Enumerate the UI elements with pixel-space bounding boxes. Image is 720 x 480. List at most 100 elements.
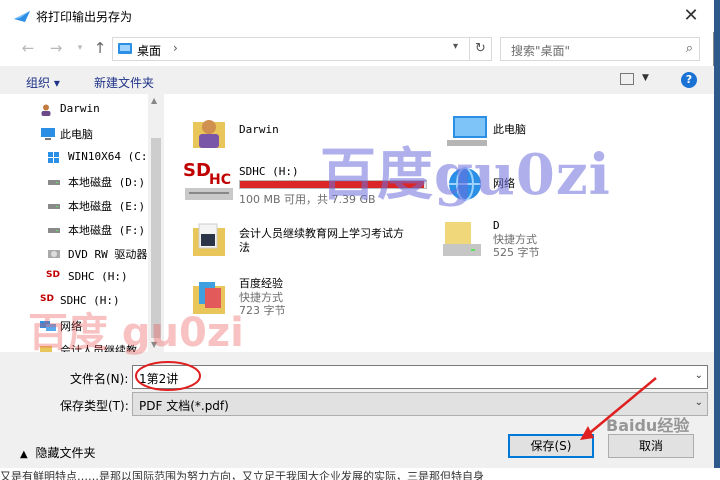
file-list: Darwin 此电脑 SD HC SDHC (H:) 100 MB 可用，共 7… (165, 94, 714, 352)
sdhc-drive-icon: SD HC (183, 160, 233, 200)
filename-label: 文件名(N): (70, 372, 129, 386)
search-placeholder: 搜索"桌面" (511, 44, 571, 58)
filename-value: 1第2讲 (139, 372, 179, 386)
item-name: 百度经验 (239, 277, 283, 290)
search-icon[interactable]: ⌕ (686, 41, 693, 56)
computer-icon (41, 128, 55, 140)
print-icon (14, 11, 30, 22)
list-item[interactable]: 网络 (441, 160, 641, 208)
scroll-up-icon[interactable]: ▲ (151, 96, 157, 105)
save-dialog: 将打印输出另存为 ✕ ← → ▾ ↑ 桌面 › ▾ ↻ 搜索"桌面" ⌕ 组织 … (0, 0, 714, 468)
sidebar-item-sdhc-1[interactable]: SD SDHC (H:) (0, 266, 148, 290)
background-document-text: 又是有鲜明特点……是那以国际范围为努力方向，又立足于我国大企业发展的实际，三是那… (0, 468, 720, 480)
dialog-title: 将打印输出另存为 (36, 10, 133, 24)
address-dropdown-icon[interactable]: ▾ (453, 41, 458, 52)
user-icon (41, 104, 51, 116)
up-arrow-icon[interactable]: ↑ (90, 38, 110, 58)
back-arrow-icon[interactable]: ← (18, 38, 38, 58)
filetype-select[interactable]: PDF 文档(*.pdf) ⌄ (132, 392, 708, 416)
capacity-bar (239, 180, 427, 189)
organize-menu[interactable]: 组织 ▾ (26, 74, 60, 91)
chevron-down-icon[interactable]: ⌄ (695, 397, 703, 408)
filetype-value: PDF 文档(*.pdf) (139, 399, 229, 413)
sidebar-item-label: 本地磁盘 (D:) (68, 176, 146, 189)
item-name: 网络 (493, 177, 515, 190)
sidebar-item-label: SDHC (H:) (68, 270, 128, 283)
close-button[interactable]: ✕ (676, 4, 706, 28)
drive-icon (48, 228, 60, 233)
save-button[interactable]: 保存(S) (508, 434, 594, 458)
sidebar-item-folder[interactable]: 会计人员继续教 (0, 338, 148, 352)
sidebar-item-dvd-drive[interactable]: DVD RW 驱动器 (0, 242, 148, 266)
help-icon[interactable]: ? (681, 72, 697, 88)
svg-text:HC: HC (209, 172, 231, 188)
cancel-button[interactable]: 取消 (608, 434, 694, 458)
chevron-down-icon[interactable]: ⌄ (695, 370, 703, 381)
title-bar: 将打印输出另存为 ✕ (0, 0, 714, 32)
item-name-line2: 法 (239, 241, 250, 254)
background-window-edge (714, 0, 720, 468)
recent-dropdown-icon[interactable]: ▾ (70, 38, 90, 58)
search-input[interactable]: 搜索"桌面" ⌕ (500, 37, 700, 61)
view-dropdown-icon[interactable]: ▼ (642, 73, 649, 83)
sidebar-item-label: WIN10X64 (C:) (68, 150, 155, 163)
dvd-icon (48, 250, 60, 258)
hide-folders-label: 隐藏文件夹 (35, 446, 96, 460)
sidebar-item-d-drive[interactable]: 本地磁盘 (D:) (0, 170, 148, 194)
address-path: 桌面 (137, 44, 162, 58)
list-item[interactable]: 会计人员继续教育网上学习考试方 法 (189, 216, 439, 264)
scroll-down-icon[interactable]: ▼ (151, 340, 157, 349)
folder-icon (40, 346, 52, 352)
sidebar-item-network[interactable]: 网络 (0, 314, 148, 338)
breadcrumb-chevron-icon[interactable]: › (173, 41, 178, 55)
refresh-icon[interactable]: ↻ (469, 38, 491, 60)
address-bar[interactable]: 桌面 › ▾ ↻ (112, 37, 492, 61)
sidebar-item-e-drive[interactable]: 本地磁盘 (E:) (0, 194, 148, 218)
list-item[interactable]: 此电脑 (445, 108, 645, 156)
list-item[interactable]: 百度经验 快捷方式 723 字节 (189, 272, 439, 324)
sidebar-item-c-drive[interactable]: WIN10X64 (C:) (0, 146, 154, 170)
toolbar: 组织 ▾ 新建文件夹 ▼ ? (0, 66, 714, 94)
item-name: D (493, 219, 500, 232)
desktop-folder-icon (118, 43, 132, 54)
sidebar-item-label: 网络 (60, 320, 82, 333)
folder-shortcut-icon (193, 282, 225, 314)
item-type: 快捷方式 (493, 233, 537, 246)
sdhc-icon: SD (40, 294, 54, 304)
capacity-bar-fill (240, 181, 424, 188)
sidebar-item-label: Darwin (60, 102, 100, 115)
sidebar-item-this-pc[interactable]: 此电脑 (0, 122, 148, 146)
shortcut-drive-icon (443, 222, 481, 256)
address-row: ← → ▾ ↑ 桌面 › ▾ ↻ 搜索"桌面" ⌕ (0, 32, 714, 64)
computer-icon (447, 116, 487, 146)
forward-arrow-icon[interactable]: → (46, 38, 66, 58)
sidebar-scrollbar[interactable]: ▲ ▼ (148, 94, 164, 352)
list-item[interactable]: SD HC SDHC (H:) 100 MB 可用，共 7.39 GB (183, 160, 433, 208)
item-detail: 100 MB 可用，共 7.39 GB (239, 193, 376, 206)
new-folder-button[interactable]: 新建文件夹 (94, 74, 154, 91)
sidebar-item-label: SDHC (H:) (60, 294, 120, 307)
list-item[interactable]: D 快捷方式 525 字节 (441, 216, 641, 264)
sidebar-item-label: DVD RW 驱动器 (68, 248, 148, 261)
sidebar-item-darwin[interactable]: Darwin (0, 98, 148, 122)
sidebar-item-label: 会计人员继续教 (60, 344, 137, 352)
filetype-label: 保存类型(T): (60, 399, 129, 413)
list-item[interactable]: Darwin (189, 108, 389, 156)
hide-folders-toggle[interactable]: ▲ 隐藏文件夹 (20, 444, 96, 461)
item-name: SDHC (H:) (239, 165, 299, 178)
item-size: 525 字节 (493, 246, 540, 259)
windows-drive-icon (48, 152, 59, 163)
sidebar-item-label: 本地磁盘 (E:) (68, 200, 146, 213)
filename-input[interactable]: 1第2讲 ⌄ (132, 365, 708, 389)
item-name: 此电脑 (493, 123, 526, 136)
sidebar-item-label: 本地磁盘 (F:) (68, 224, 146, 237)
sidebar-item-f-drive[interactable]: 本地磁盘 (F:) (0, 218, 148, 242)
scrollbar-thumb[interactable] (151, 138, 161, 338)
item-type: 快捷方式 (239, 291, 283, 304)
sidebar-item-sdhc-2[interactable]: SD SDHC (H:) (0, 290, 148, 314)
user-folder-icon (193, 120, 225, 148)
save-options-panel: 文件名(N): 1第2讲 ⌄ 保存类型(T): PDF 文档(*.pdf) ⌄ … (0, 352, 714, 468)
item-size: 723 字节 (239, 304, 286, 317)
navigation-pane: Darwin 此电脑 WIN10X64 (C:) 本地磁盘 (D:) 本地磁盘 … (0, 94, 164, 352)
view-options-icon[interactable] (620, 73, 634, 85)
